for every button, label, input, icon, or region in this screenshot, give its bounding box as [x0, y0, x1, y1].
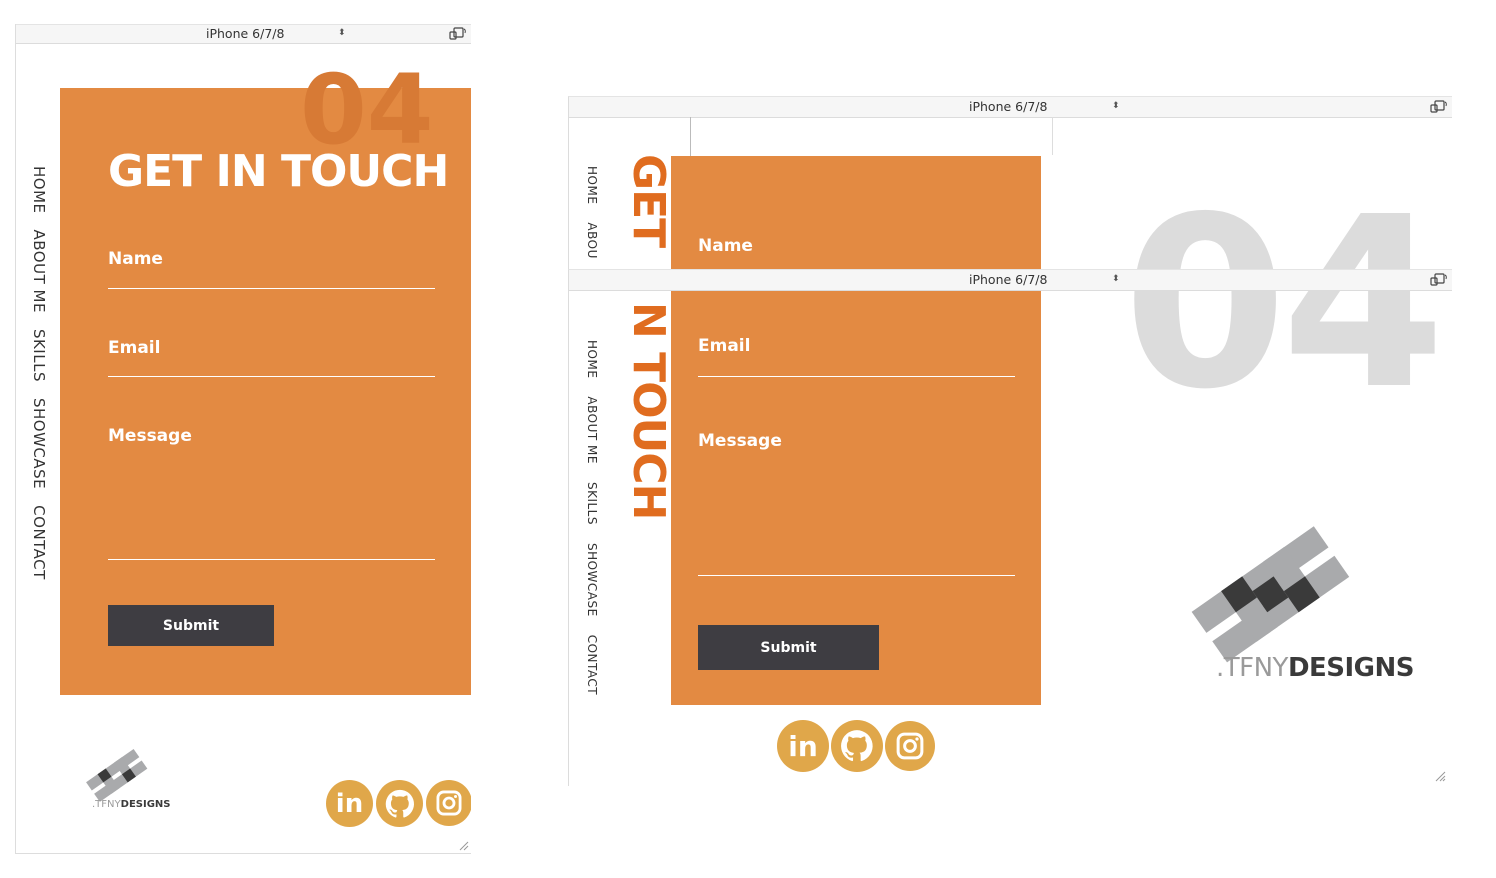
instagram-button[interactable] — [426, 780, 471, 826]
nav-home[interactable]: HOME — [585, 340, 599, 378]
frame-border — [568, 116, 569, 786]
frame-divider — [1052, 117, 1053, 155]
message-label: Message — [108, 426, 192, 446]
rotate-device-icon[interactable] — [1430, 273, 1448, 286]
select-arrows-icon[interactable]: ⬍ — [1112, 99, 1120, 114]
name-label: Name — [698, 236, 753, 256]
device-toolbar: iPhone 6/7/8 ⬍ — [16, 24, 471, 44]
section-number-watermark-large: 04 — [1123, 166, 1445, 441]
nav-home[interactable]: HOME — [30, 166, 48, 214]
vertical-nav: HOME ABOUT ME SKILLS SHOWCASE CONTACT — [30, 166, 48, 580]
nav-skills[interactable]: SKILLS — [30, 329, 48, 382]
github-icon — [841, 730, 873, 762]
email-label: Email — [108, 338, 161, 358]
email-label: Email — [698, 336, 751, 356]
message-label: Message — [698, 431, 782, 451]
brand-wordmark: .TFNYDESIGNS — [1216, 653, 1415, 683]
brand-wordmark: .TFNYDESIGNS — [92, 799, 170, 810]
vertical-nav: HOME ABOUT ME SKILLS SHOWCASE CONTACT — [585, 340, 599, 695]
vertical-nav-top: HOME ABOU — [585, 166, 599, 259]
nav-about[interactable]: ABOUT ME — [585, 396, 599, 464]
resize-handle-icon[interactable] — [1434, 770, 1446, 782]
tfny-logo-icon — [86, 748, 148, 802]
contact-title-top: GET — [623, 154, 674, 248]
device-select[interactable]: iPhone 6/7/8 — [206, 26, 284, 41]
device-select[interactable]: iPhone 6/7/8 — [969, 272, 1047, 287]
instagram-button[interactable] — [885, 721, 935, 771]
name-input[interactable] — [108, 288, 435, 289]
linkedin-button[interactable]: in — [777, 720, 829, 772]
tfny-logo-icon — [1191, 526, 1350, 663]
github-button[interactable] — [376, 780, 423, 827]
device-toolbar-overlap: iPhone 6/7/8 ⬍ — [568, 269, 1452, 291]
right-device-preview: 04 iPhone 6/7/8 ⬍ HOME ABOU Name Email Me… — [568, 96, 1452, 786]
instagram-icon — [436, 790, 462, 816]
brand-prefix: .TFNY — [92, 799, 121, 810]
nav-home[interactable]: HOME — [585, 166, 599, 204]
email-input[interactable] — [108, 376, 435, 377]
submit-button[interactable]: Submit — [698, 625, 879, 670]
nav-about[interactable]: ABOUT ME — [30, 230, 48, 313]
device-toolbar-top: iPhone 6/7/8 ⬍ — [568, 96, 1452, 118]
brand-suffix: DESIGNS — [1287, 653, 1415, 683]
rotate-device-icon[interactable] — [449, 27, 467, 40]
device-select[interactable]: iPhone 6/7/8 — [969, 99, 1047, 114]
name-label: Name — [108, 249, 163, 269]
nav-showcase[interactable]: SHOWCASE — [30, 398, 48, 489]
resize-handle-icon[interactable] — [457, 839, 469, 851]
frame-divider — [690, 117, 691, 157]
brand-prefix: .TFNY — [1216, 653, 1288, 683]
nav-contact[interactable]: CONTACT — [30, 505, 48, 580]
nav-contact[interactable]: CONTACT — [585, 635, 599, 695]
contact-title: GET IN TOUCH — [108, 146, 449, 197]
nav-about[interactable]: ABOU — [585, 222, 599, 258]
message-textarea[interactable] — [698, 575, 1015, 576]
email-input[interactable] — [698, 376, 1015, 377]
select-arrows-icon[interactable]: ⬍ — [1112, 272, 1120, 287]
submit-button[interactable]: Submit — [108, 605, 274, 646]
rotate-device-icon[interactable] — [1430, 100, 1448, 113]
nav-showcase[interactable]: SHOWCASE — [585, 543, 599, 617]
instagram-icon — [896, 732, 924, 760]
left-device-preview: iPhone 6/7/8 ⬍ HOME ABOUT ME SKILLS SHOWCAS… — [15, 24, 471, 854]
linkedin-icon: in — [788, 729, 818, 763]
contact-card: 04 GET IN TOUCH Name Email Message Submi… — [60, 62, 471, 695]
brand-suffix: DESIGNS — [120, 799, 171, 810]
linkedin-button[interactable]: in — [326, 780, 373, 827]
github-icon — [385, 789, 414, 817]
message-textarea[interactable] — [108, 559, 435, 560]
linkedin-icon: in — [335, 788, 364, 819]
github-button[interactable] — [831, 720, 883, 772]
contact-card: Name Email Message Submit — [671, 156, 1041, 705]
nav-skills[interactable]: SKILLS — [585, 482, 599, 525]
contact-title-bottom: N TOUCH — [623, 302, 674, 520]
select-arrows-icon[interactable]: ⬍ — [338, 26, 346, 41]
section-number-watermark: 04 — [300, 54, 434, 166]
